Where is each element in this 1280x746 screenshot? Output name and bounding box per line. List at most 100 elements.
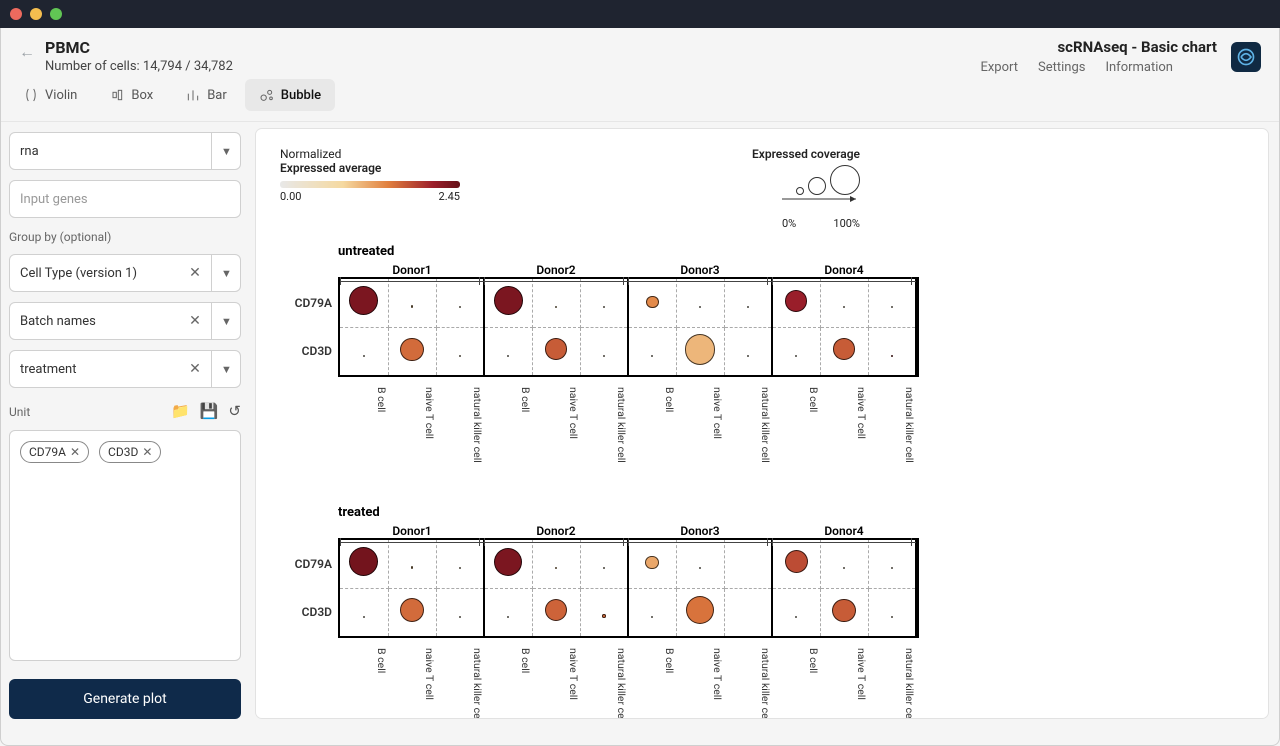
bubble-point — [603, 355, 605, 357]
bubble-point — [832, 599, 855, 622]
bubble-point — [891, 616, 893, 618]
bubble-point — [459, 567, 461, 569]
gene-row-label: CD79A — [282, 557, 332, 571]
tab-bubble[interactable]: Bubble — [245, 79, 335, 111]
box-icon — [109, 87, 125, 103]
chart-canvas: Normalized Expressed average 0.002.45 Ex… — [255, 128, 1269, 719]
celltype-col-label: B cell — [628, 646, 676, 719]
celltype-col-label: B cell — [484, 646, 532, 719]
bubble-point — [603, 306, 605, 308]
bubble-panel: treatedDonor1Donor2Donor3Donor4CD79ACD3D… — [338, 505, 1244, 719]
minimize-window-icon[interactable] — [30, 8, 42, 20]
bubble-point — [843, 306, 845, 308]
bubble-point — [685, 334, 716, 365]
close-window-icon[interactable] — [10, 8, 22, 20]
celltype-col-label: naive T cell — [676, 385, 724, 475]
bar-icon — [185, 87, 201, 103]
bubble-point — [555, 306, 557, 308]
remove-chip-icon[interactable]: ✕ — [142, 445, 152, 459]
chevron-down-icon[interactable]: ▼ — [211, 302, 241, 340]
information-link[interactable]: Information — [1105, 60, 1173, 75]
donor-header: Donor3 — [628, 263, 772, 277]
celltype-col-label: natural killer cell — [868, 385, 916, 475]
maximize-window-icon[interactable] — [50, 8, 62, 20]
celltype-col-label: B cell — [628, 385, 676, 475]
bubble-point — [891, 306, 893, 308]
bubble-point — [349, 547, 378, 576]
chip-cd79a: CD79A✕ — [20, 441, 89, 463]
bubble-point — [747, 306, 749, 308]
folder-icon[interactable]: 📁 — [171, 402, 190, 420]
celltype-col-label: B cell — [340, 385, 388, 475]
remove-chip-icon[interactable]: ✕ — [70, 445, 80, 459]
chevron-down-icon[interactable]: ▼ — [211, 254, 241, 292]
bubble-point — [459, 306, 461, 308]
tab-violin[interactable]: Violin — [9, 79, 91, 111]
gene-input[interactable]: Input genes — [9, 180, 241, 218]
celltype-col-label: naive T cell — [676, 646, 724, 719]
panel-title: untreated — [338, 244, 1244, 259]
bubble-point — [891, 355, 893, 357]
bubble-point — [699, 306, 701, 308]
page-title: PBMC — [45, 38, 233, 57]
tab-bar[interactable]: Bar — [171, 79, 241, 111]
bubble-point — [494, 286, 523, 315]
generate-plot-button[interactable]: Generate plot — [9, 679, 241, 719]
tab-violin-label: Violin — [45, 88, 77, 103]
donor-header: Donor1 — [340, 524, 484, 538]
color-gradient-bar — [280, 181, 460, 188]
chevron-down-icon[interactable]: ▼ — [211, 350, 241, 388]
bubble-point — [891, 567, 893, 569]
bubble-point — [400, 338, 423, 361]
gene-chips-box[interactable]: CD79A✕ CD3D✕ — [9, 430, 241, 661]
bubble-point — [545, 599, 567, 621]
donor-header: Donor3 — [628, 524, 772, 538]
gene-row-label: CD79A — [282, 296, 332, 310]
bubble-point — [747, 355, 749, 357]
bubble-point — [602, 614, 606, 618]
bubble-icon — [259, 87, 275, 103]
tab-bubble-label: Bubble — [281, 88, 321, 103]
celltype-col-label: B cell — [772, 646, 820, 719]
donor-header: Donor1 — [340, 263, 484, 277]
export-link[interactable]: Export — [980, 60, 1018, 75]
gene-row-label: CD3D — [282, 344, 332, 358]
clear-group2-icon[interactable]: ✕ — [183, 302, 207, 340]
clear-group3-icon[interactable]: ✕ — [183, 350, 207, 388]
bubble-point — [795, 355, 797, 357]
bubble-point — [795, 616, 797, 618]
bubble-point — [349, 286, 378, 315]
bubble-point — [686, 596, 714, 624]
celltype-col-label: naive T cell — [388, 646, 436, 719]
bubble-point — [833, 338, 855, 360]
bubble-point — [507, 355, 509, 357]
groupby-label: Group by (optional) — [9, 230, 241, 244]
color-legend: Normalized Expressed average 0.002.45 — [280, 147, 460, 230]
tab-box[interactable]: Box — [95, 79, 167, 111]
back-arrow-icon[interactable]: ← — [19, 42, 35, 62]
app-window: ← PBMC Number of cells: 14,794 / 34,782 … — [0, 28, 1280, 746]
bubble-point — [494, 548, 522, 576]
celltype-col-label: natural killer cell — [580, 385, 628, 475]
save-icon[interactable]: 💾 — [200, 402, 219, 420]
panel-title: treated — [338, 505, 1244, 520]
donor-header: Donor2 — [484, 524, 628, 538]
bubble-point — [411, 566, 414, 569]
bubble-point — [507, 616, 509, 618]
settings-link[interactable]: Settings — [1038, 60, 1085, 75]
bubble-point — [459, 355, 461, 357]
assay-select[interactable]: rna — [9, 132, 241, 170]
bubble-point — [785, 550, 808, 573]
bubble-point — [603, 567, 605, 569]
celltype-col-label: natural killer cell — [724, 646, 772, 719]
celltype-col-label: naive T cell — [820, 646, 868, 719]
clear-group1-icon[interactable]: ✕ — [183, 254, 207, 292]
reset-icon[interactable]: ↺ — [228, 402, 241, 420]
bubble-point — [843, 567, 845, 569]
bubble-point — [400, 598, 424, 622]
bubble-point — [363, 616, 365, 618]
chevron-down-icon[interactable]: ▼ — [211, 132, 241, 170]
chip-cd3d: CD3D✕ — [99, 441, 161, 463]
app-brand-title: scRNAseq - Basic chart — [980, 38, 1217, 56]
celltype-col-label: naive T cell — [820, 385, 868, 475]
